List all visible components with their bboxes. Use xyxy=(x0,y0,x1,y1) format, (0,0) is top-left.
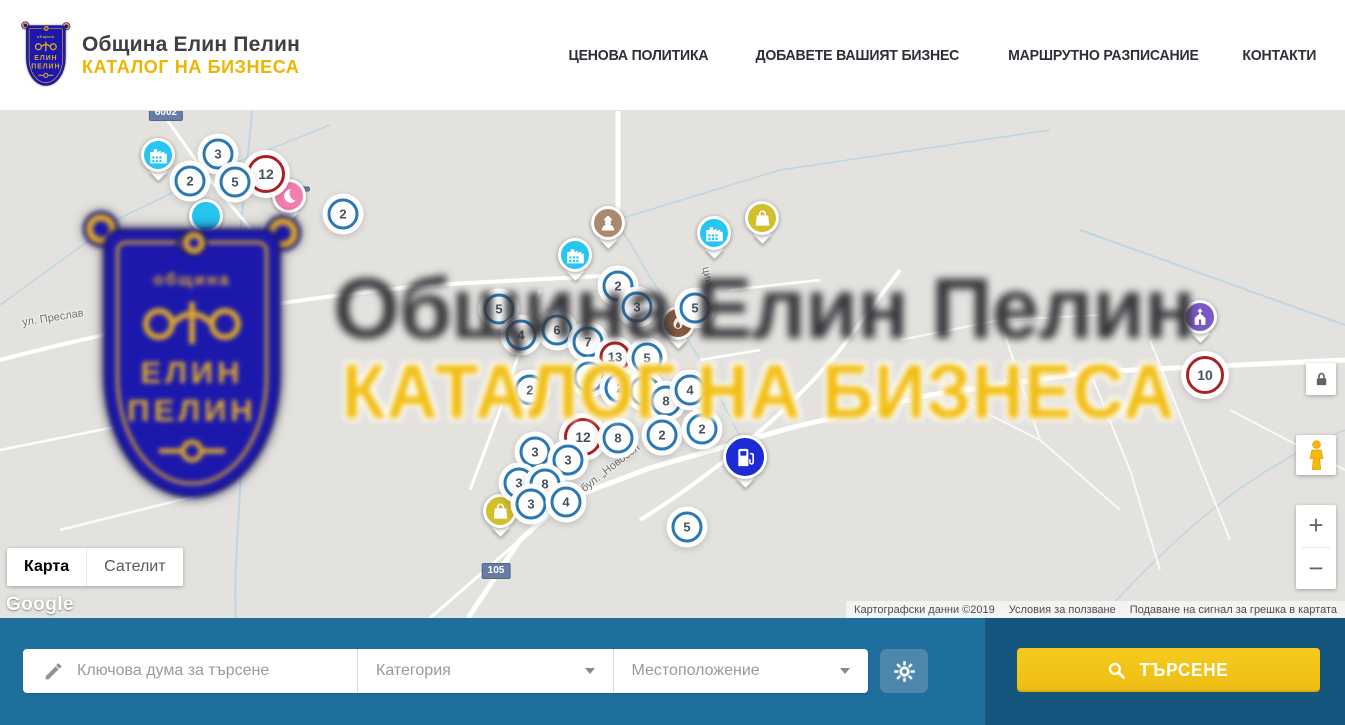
pin-church[interactable] xyxy=(1178,300,1222,340)
municipality-crest-logo: община ЕЛИН ПЕЛИН xyxy=(22,22,72,88)
cluster-marker[interactable]: 3 xyxy=(520,437,551,468)
search-button[interactable]: ТЪРСЕНЕ xyxy=(1017,648,1320,692)
cluster-marker[interactable]: 4 xyxy=(675,375,706,406)
cluster-marker[interactable]: 5 xyxy=(220,167,251,198)
nav-item-0[interactable]: ЦЕНОВА ПОЛИТИКА xyxy=(569,47,709,64)
cluster-marker[interactable]: 3 xyxy=(622,292,653,323)
pin-bag[interactable] xyxy=(740,201,784,241)
pin-worker[interactable] xyxy=(586,206,630,246)
map-canvas[interactable]: ул. Преславциибул. „Новосел6002105123252… xyxy=(0,110,1345,618)
search-field-group: Категория Местоположение xyxy=(23,649,868,693)
cluster-marker[interactable]: 2 xyxy=(515,375,546,406)
pencil-icon xyxy=(43,661,64,682)
cluster-marker[interactable]: 2 xyxy=(328,199,359,230)
cluster-marker[interactable]: 3 xyxy=(516,489,547,520)
keyword-search-input[interactable] xyxy=(77,662,357,680)
cluster-marker[interactable]: 10 xyxy=(1186,356,1224,394)
nav-item-3[interactable]: КОНТАКТИ xyxy=(1243,47,1317,64)
cluster-marker[interactable]: 5 xyxy=(484,294,515,325)
pin-factory[interactable] xyxy=(692,216,736,256)
zoom-out-button[interactable]: − xyxy=(1296,548,1336,590)
main-nav: ЦЕНОВА ПОЛИТИКА ДОБАВЕТЕ ВАШИЯТ БИЗНЕС МАР… xyxy=(564,47,1319,64)
lock-button[interactable] xyxy=(1306,363,1336,395)
page: община ЕЛИН ПЕЛИН xyxy=(0,0,1345,725)
google-logo[interactable]: Google xyxy=(6,594,74,616)
nav-item-2[interactable]: МАРШРУТНО РАЗПИСАНИЕ xyxy=(1008,47,1199,64)
pin-marker[interactable] xyxy=(184,199,228,239)
site-subtitle: КАТАЛОГ НА БИЗНЕСА xyxy=(82,57,300,78)
chevron-down-icon xyxy=(840,668,850,674)
pin-fuel[interactable] xyxy=(723,435,767,485)
zoom-in-button[interactable]: + xyxy=(1296,505,1336,547)
header: община ЕЛИН ПЕЛИН xyxy=(0,0,1345,110)
cluster-marker[interactable]: 5 xyxy=(632,343,663,374)
cluster-marker[interactable]: 5 xyxy=(672,512,703,543)
attribution-report-link[interactable]: Подаване на сигнал за грешка в картата xyxy=(1130,604,1337,616)
cluster-marker[interactable]: 4 xyxy=(551,487,582,518)
cluster-marker[interactable]: 2 xyxy=(175,166,206,197)
lock-icon xyxy=(1314,371,1329,388)
map-attribution: Картографски данни ©2019 Условия за полз… xyxy=(846,601,1345,618)
search-icon xyxy=(1107,661,1126,680)
cluster-marker[interactable]: 6 xyxy=(542,315,573,346)
cluster-marker[interactable]: 5 xyxy=(680,293,711,324)
category-select-value: Категория xyxy=(376,662,451,680)
cluster-marker[interactable]: 2 xyxy=(647,420,678,451)
location-select[interactable]: Местоположение xyxy=(613,649,869,693)
site-title: Община Елин Пелин xyxy=(82,33,300,57)
cluster-marker[interactable]: 4 xyxy=(574,362,605,393)
search-button-label: ТЪРСЕНЕ xyxy=(1139,660,1228,681)
pegman-control[interactable] xyxy=(1296,435,1336,475)
gear-icon xyxy=(893,660,916,683)
map-type-map-button[interactable]: Карта xyxy=(7,548,86,586)
attribution-data: Картографски данни ©2019 xyxy=(854,604,995,616)
site-logo[interactable]: община ЕЛИН ПЕЛИН xyxy=(22,22,300,88)
location-select-value: Местоположение xyxy=(632,662,760,680)
cluster-marker[interactable]: 3 xyxy=(203,139,234,170)
cluster-marker[interactable]: 2 xyxy=(687,414,718,445)
pin-factory[interactable] xyxy=(136,138,180,178)
category-select[interactable]: Категория xyxy=(357,649,613,693)
zoom-control: + − xyxy=(1296,505,1336,589)
nav-item-1[interactable]: ДОБАВЕТЕ ВАШИЯТ БИЗНЕС xyxy=(755,47,959,64)
map-type-control: Карта Сателит xyxy=(7,548,183,586)
chevron-down-icon xyxy=(585,668,595,674)
attribution-terms-link[interactable]: Условия за ползване xyxy=(1009,604,1116,616)
marker-layer: 123252235564713542278422128333834510 xyxy=(0,110,1345,618)
keyword-field-wrap xyxy=(23,649,357,693)
cluster-marker[interactable]: 4 xyxy=(506,320,537,351)
advanced-settings-button[interactable] xyxy=(880,649,928,693)
cluster-marker[interactable]: 3 xyxy=(553,445,584,476)
crest-ornament xyxy=(44,26,49,31)
cluster-marker[interactable]: 8 xyxy=(603,423,634,454)
pegman-icon xyxy=(1308,440,1325,470)
search-bar: Категория Местоположение xyxy=(0,618,1345,725)
cluster-marker[interactable]: 12 xyxy=(247,155,285,193)
map-type-satellite-button[interactable]: Сателит xyxy=(86,548,182,586)
cluster-marker[interactable]: 13 xyxy=(600,342,631,373)
